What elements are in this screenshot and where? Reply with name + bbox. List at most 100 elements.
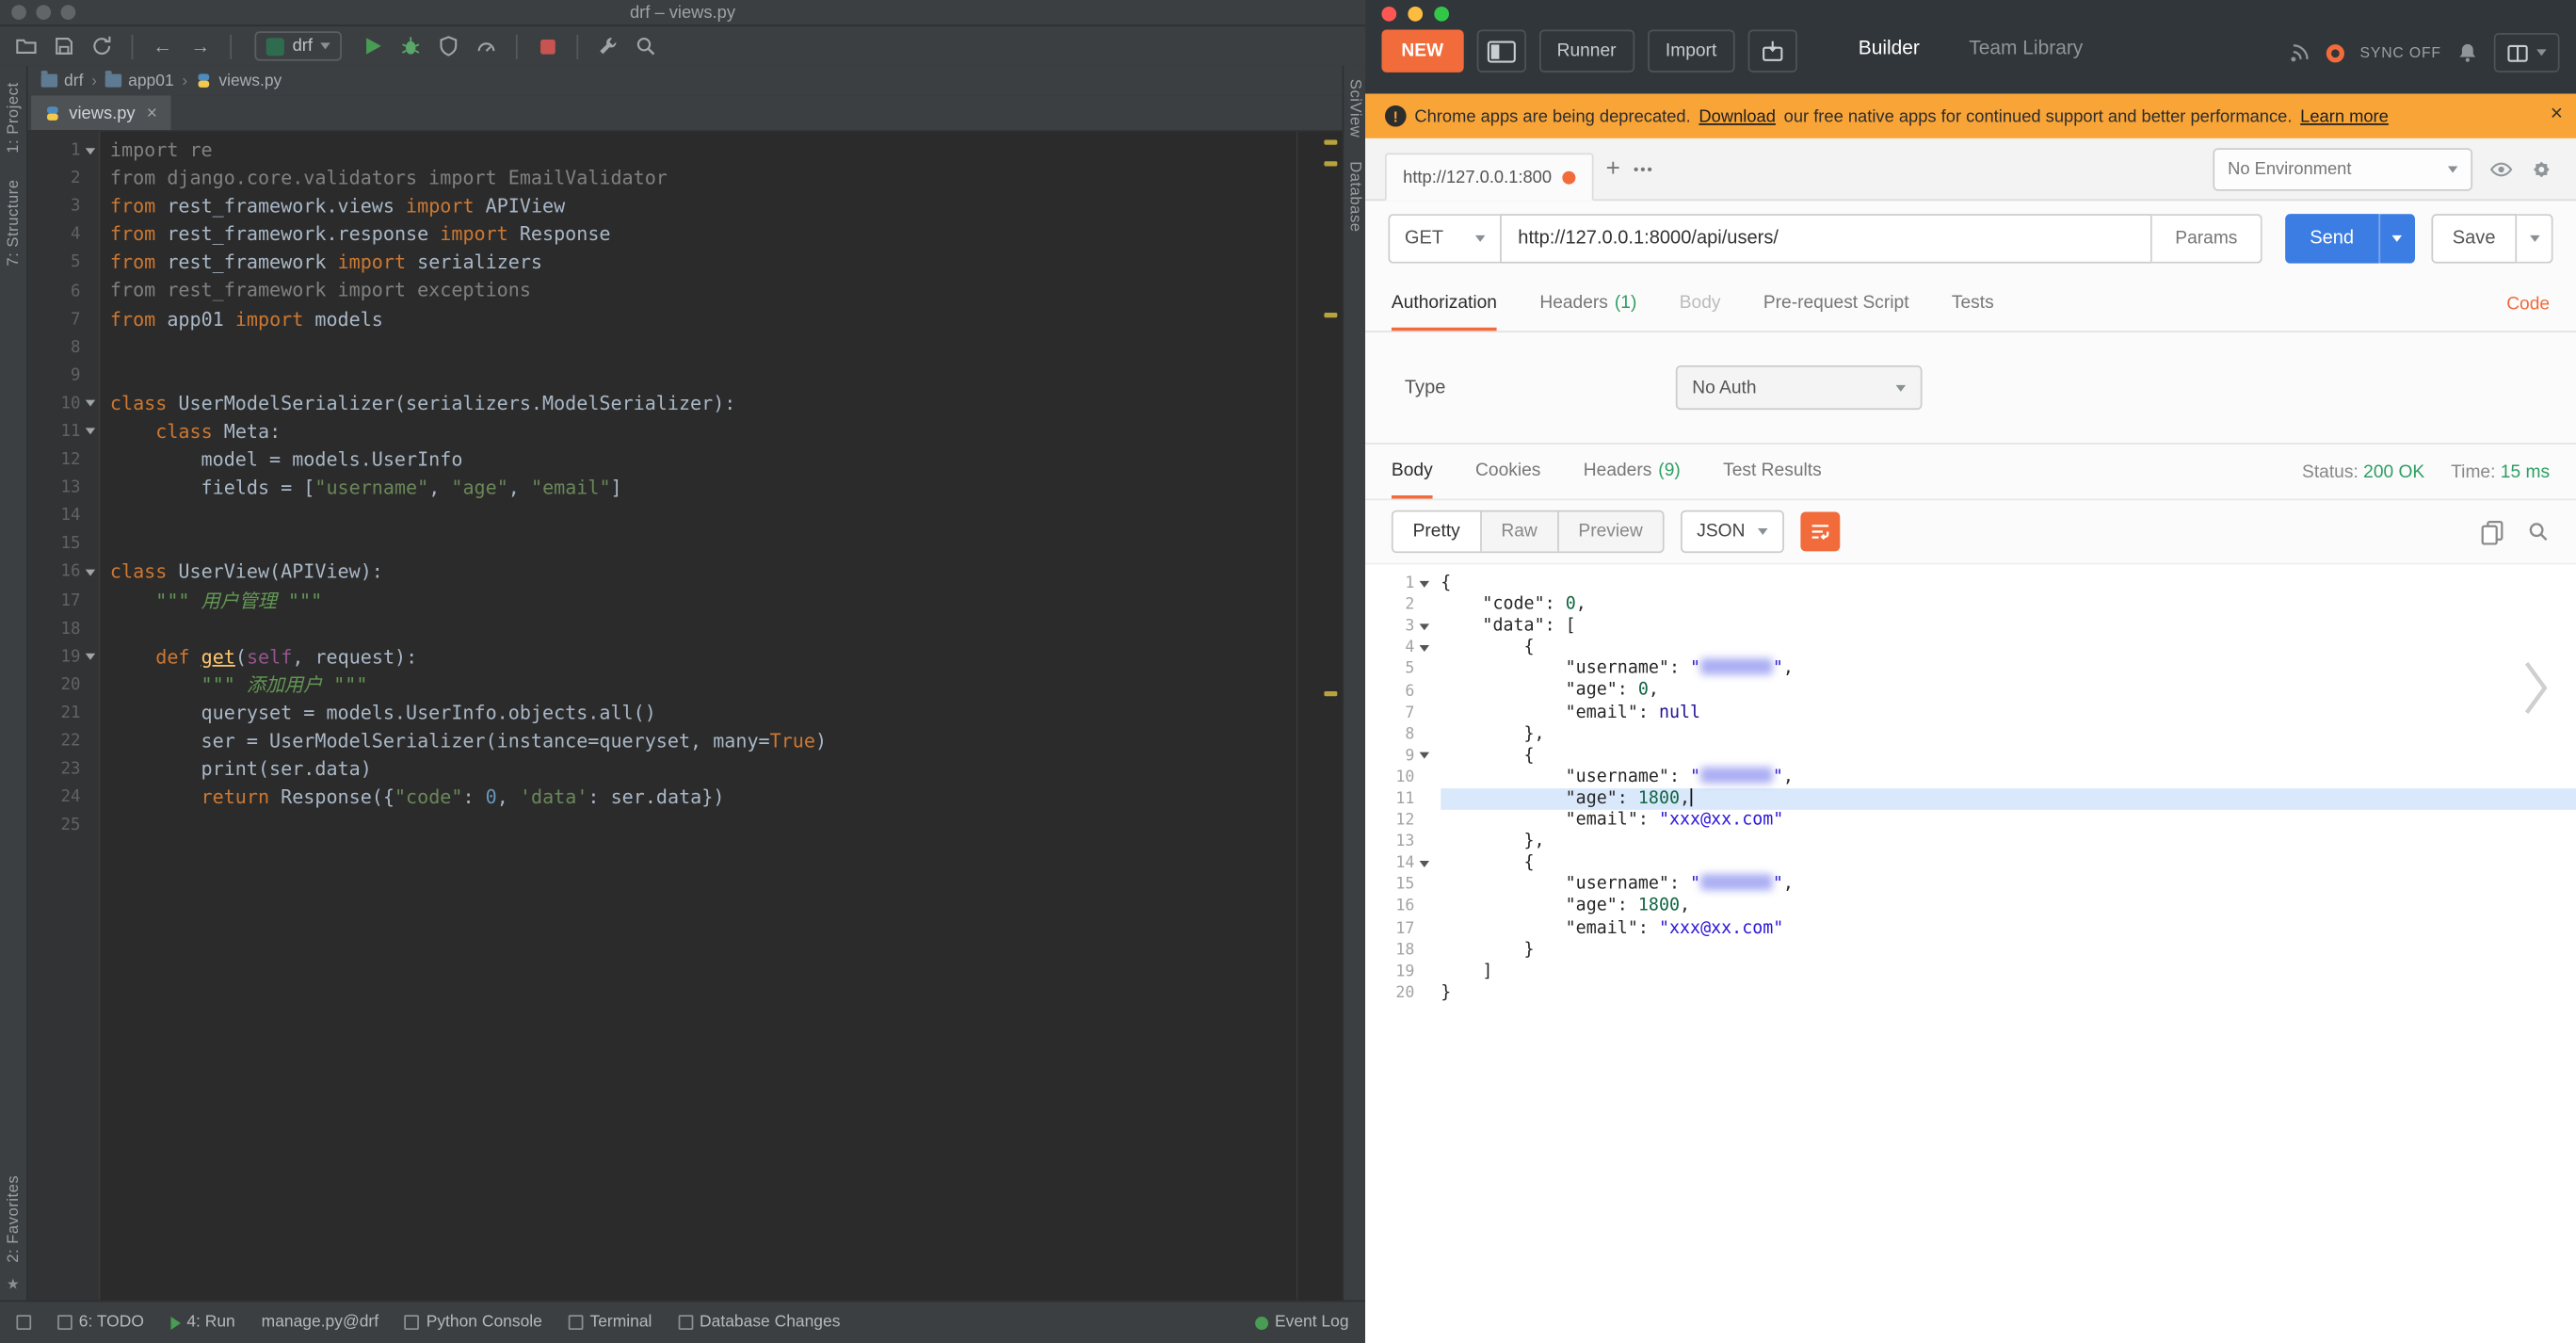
code-link[interactable]: Code — [2506, 277, 2550, 332]
tab-cookies[interactable]: Cookies — [1475, 445, 1540, 499]
save-all-button[interactable] — [48, 31, 81, 60]
pretty-button[interactable]: Pretty — [1393, 511, 1482, 552]
fold-icon[interactable] — [1419, 644, 1430, 652]
forward-button[interactable]: → — [184, 31, 217, 60]
tab-team-library[interactable]: Team Library — [1969, 36, 2083, 58]
toolwindow-database-button[interactable]: Database — [1345, 161, 1363, 232]
tab-body[interactable]: Body — [1680, 277, 1721, 332]
send-button[interactable]: Send — [2285, 214, 2379, 264]
import-button[interactable]: Import — [1647, 29, 1735, 73]
tab-response-body[interactable]: Body — [1391, 445, 1433, 499]
toolwindow-structure-button[interactable]: 7: Structure — [4, 180, 22, 267]
run-configuration-select[interactable]: drf — [254, 31, 343, 61]
toolwindow-favorites-button[interactable]: 2: Favorites — [4, 1174, 22, 1262]
auth-type-select[interactable]: No Auth — [1675, 364, 1923, 411]
editor-tab-viewspy[interactable]: views.py × — [31, 95, 170, 131]
environment-select[interactable]: No Environment — [2213, 147, 2473, 190]
minimize-window-button[interactable] — [1408, 6, 1424, 22]
debug-button[interactable] — [394, 31, 427, 60]
fold-icon[interactable] — [84, 429, 95, 436]
toolwindow-project-button[interactable]: 1: Project — [4, 82, 22, 153]
run-button[interactable] — [357, 31, 390, 60]
tab-response-headers[interactable]: Headers (9) — [1584, 445, 1681, 499]
interceptor-button[interactable] — [2289, 41, 2311, 64]
download-link[interactable]: Download — [1699, 106, 1775, 126]
response-body-viewer[interactable]: 1 2 3 4 5 6 7 8 9 10 11 12 13 14 15 16 17 18 19 20 { "code"… — [1365, 562, 2576, 1343]
fold-icon[interactable] — [84, 400, 95, 408]
language-select[interactable]: JSON — [1680, 510, 1785, 554]
statusbar-terminal-button[interactable]: Terminal — [568, 1314, 652, 1332]
url-input[interactable] — [1500, 214, 2152, 264]
breadcrumb-item-drf[interactable]: drf — [40, 71, 83, 89]
tab-options-button[interactable]: ••• — [1634, 160, 1654, 176]
layout-view-button[interactable] — [2493, 32, 2560, 73]
save-options-button[interactable] — [2517, 214, 2553, 264]
fold-icon[interactable] — [1419, 752, 1430, 760]
statusbar-database-changes-button[interactable]: Database Changes — [678, 1314, 840, 1332]
close-tab-icon[interactable]: × — [147, 103, 157, 122]
editor-code-area[interactable]: import re from django.core.validators imp… — [100, 131, 1319, 1301]
code-line: "email": "xxx@xx.com" — [1441, 917, 2576, 939]
tab-headers[interactable]: Headers (1) — [1539, 277, 1636, 332]
close-window-button[interactable] — [1381, 6, 1397, 22]
fold-icon[interactable] — [1419, 623, 1430, 630]
send-options-button[interactable] — [2378, 214, 2415, 264]
fold-icon[interactable] — [84, 147, 95, 154]
response-code-area[interactable]: { "code": 0, "data": [ { "username": " ",… — [1434, 564, 2576, 1343]
toggle-sidebar-button[interactable] — [1476, 29, 1526, 73]
raw-button[interactable]: Raw — [1481, 511, 1559, 552]
fold-icon[interactable] — [1419, 860, 1430, 867]
back-button[interactable]: ← — [146, 31, 179, 60]
editor-scrollbar[interactable] — [1319, 131, 1343, 1301]
breadcrumb-item-app01[interactable]: app01 — [105, 71, 174, 89]
tab-test-results[interactable]: Test Results — [1723, 445, 1822, 499]
search-everywhere-button[interactable] — [630, 31, 663, 60]
open-file-button[interactable] — [9, 31, 42, 60]
editor-gutter[interactable]: 1 2 3 4 5 6 7 8 9 10 11 12 13 14 15 16 17 18 19 20 21 22 23 24 2… — [27, 131, 101, 1301]
fold-icon[interactable] — [1419, 580, 1430, 588]
code-line: model = models.UserInfo — [110, 446, 1319, 475]
runner-button[interactable]: Runner — [1538, 29, 1634, 73]
close-banner-icon[interactable]: × — [2551, 101, 2563, 125]
new-tab-button[interactable]: + — [1593, 154, 1634, 183]
statusbar-event-log-button[interactable]: Event Log — [1255, 1314, 1349, 1332]
new-button[interactable]: NEW — [1381, 29, 1464, 73]
request-tab[interactable]: http://127.0.0.1:800 — [1384, 153, 1593, 202]
wrench-settings-button[interactable] — [592, 31, 625, 60]
settings-button[interactable] — [2530, 157, 2552, 180]
line-number: 2 — [70, 170, 81, 188]
run-with-coverage-button[interactable] — [432, 31, 465, 60]
statusbar-python-console-button[interactable]: Python Console — [405, 1314, 542, 1332]
stop-button[interactable] — [531, 31, 564, 60]
tab-pre-request-script[interactable]: Pre-request Script — [1763, 277, 1909, 332]
breadcrumb-item-viewspy[interactable]: views.py — [196, 72, 282, 89]
statusbar-run-config-label[interactable]: manage.py@drf — [262, 1314, 378, 1332]
ide-titlebar[interactable]: drf – views.py — [0, 0, 1366, 26]
notifications-button[interactable] — [2456, 41, 2479, 64]
code-editor[interactable]: 1 2 3 4 5 6 7 8 9 10 11 12 13 14 15 16 17 18 19 20 21 22 23 24 2… — [27, 131, 1343, 1301]
toolwindow-switcher-icon[interactable] — [16, 1315, 32, 1331]
sync-status-icon[interactable] — [2326, 43, 2345, 62]
scroll-right-chevron-icon[interactable] — [2523, 660, 2550, 716]
params-button[interactable]: Params — [2151, 214, 2262, 264]
capture-requests-button[interactable] — [1747, 29, 1797, 73]
statusbar-run-button[interactable]: 4: Run — [169, 1314, 235, 1332]
fold-icon[interactable] — [84, 654, 95, 661]
tab-tests[interactable]: Tests — [1952, 277, 1994, 332]
search-response-button[interactable] — [2527, 520, 2550, 542]
wrap-lines-button[interactable] — [1800, 511, 1841, 552]
zoom-window-button[interactable] — [1434, 6, 1449, 22]
statusbar-todo-button[interactable]: 6: TODO — [57, 1314, 144, 1332]
environment-preview-button[interactable] — [2489, 159, 2514, 179]
tab-builder[interactable]: Builder — [1859, 36, 1920, 58]
synchronize-button[interactable] — [86, 31, 119, 60]
fold-icon[interactable] — [84, 569, 95, 576]
save-button[interactable]: Save — [2431, 214, 2518, 264]
toolwindow-sciview-button[interactable]: SciView — [1345, 79, 1363, 138]
method-select[interactable]: GET — [1388, 214, 1501, 264]
copy-response-button[interactable] — [2481, 519, 2504, 544]
learn-more-link[interactable]: Learn more — [2300, 106, 2389, 126]
preview-button[interactable]: Preview — [1558, 511, 1663, 552]
profiler-button[interactable] — [471, 31, 504, 60]
tab-authorization[interactable]: Authorization — [1391, 277, 1497, 332]
